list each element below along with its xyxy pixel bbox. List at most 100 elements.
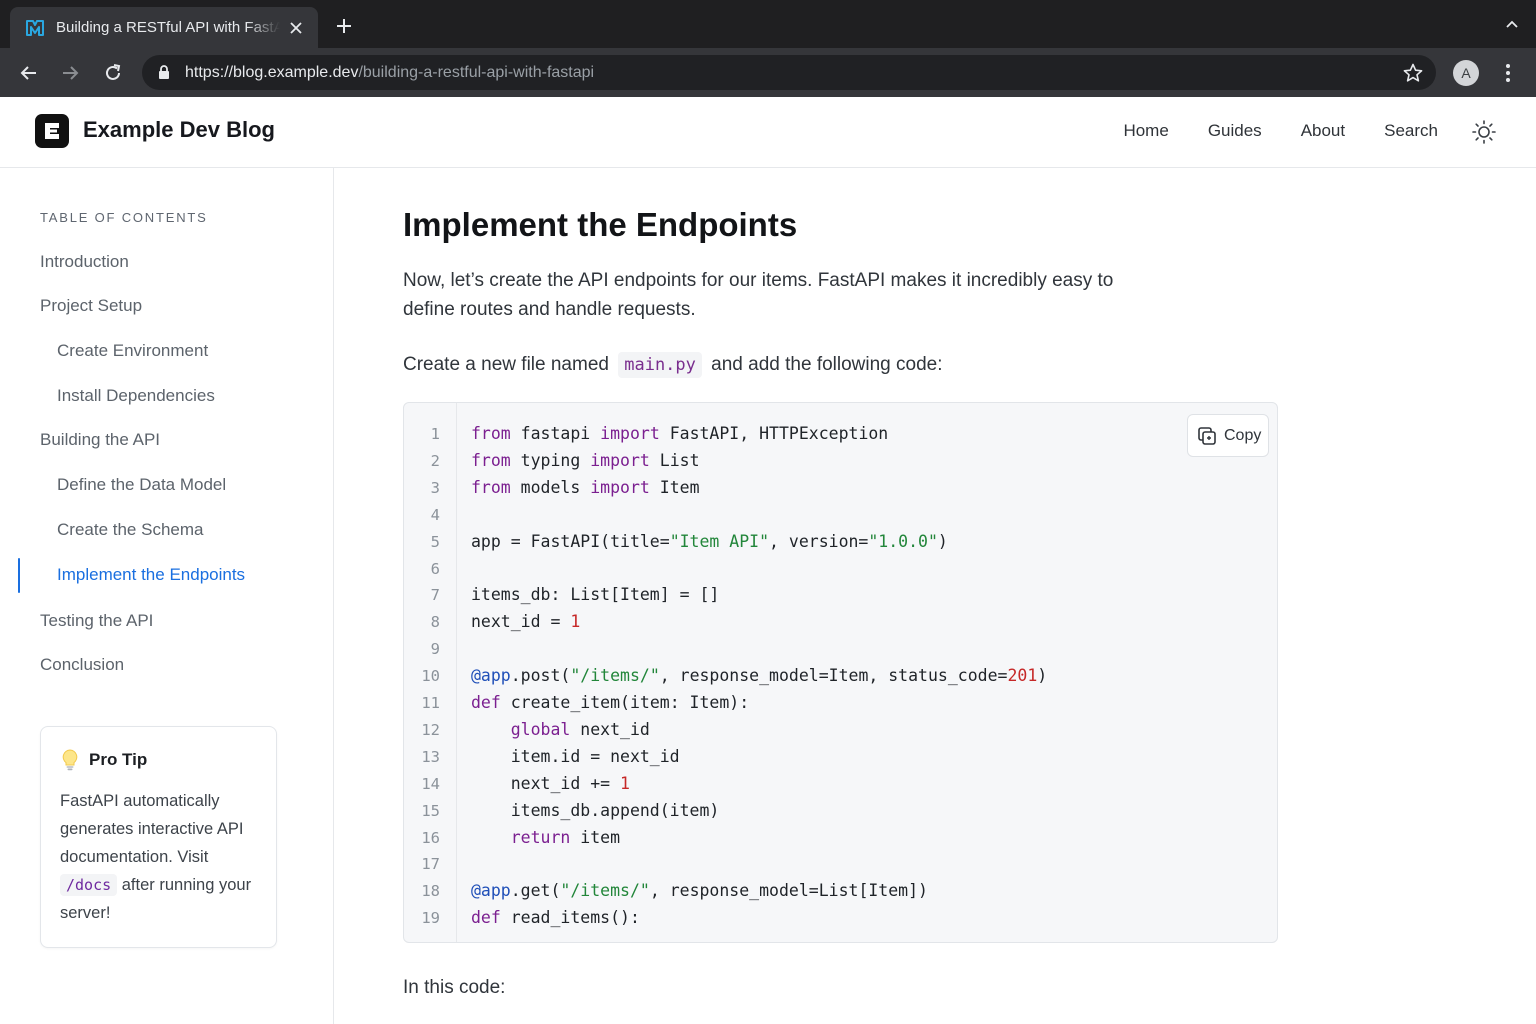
toc-item-project-setup[interactable]: Project Setup bbox=[40, 296, 142, 316]
site-header: Example Dev Blog Home Guides About Searc… bbox=[0, 97, 1536, 168]
code-text: .post( bbox=[510, 666, 571, 686]
new-tab-icon[interactable] bbox=[332, 14, 356, 38]
code-line: from fastapi import FastAPI, HTTPExcepti… bbox=[471, 424, 888, 443]
line-number: 8 bbox=[430, 613, 440, 632]
code-text: read_items(): bbox=[500, 908, 640, 928]
line-number: 4 bbox=[430, 505, 440, 524]
code-line: return item bbox=[471, 828, 620, 847]
toc-item-define-data-model[interactable]: Define the Data Model bbox=[57, 475, 226, 495]
forward-arrow-icon[interactable] bbox=[57, 60, 83, 86]
code-keyword: return bbox=[510, 827, 571, 847]
site-favicon-icon bbox=[24, 17, 46, 39]
copy-code-button[interactable]: Copy bbox=[1187, 414, 1269, 457]
code-line: next_id += 1 bbox=[471, 774, 630, 793]
code-line: item.id = next_id bbox=[471, 747, 680, 766]
nav-about-link[interactable]: About bbox=[1301, 121, 1345, 141]
copy-icon bbox=[1197, 426, 1217, 446]
code-string: "/items/" bbox=[570, 666, 660, 686]
code-line: next_id = 1 bbox=[471, 612, 580, 631]
toc-sidebar: TABLE OF CONTENTS Introduction Project S… bbox=[0, 168, 334, 1024]
pro-tip-title: Pro Tip bbox=[89, 750, 148, 769]
back-arrow-icon[interactable] bbox=[16, 60, 42, 86]
toc-item-building-the-api[interactable]: Building the API bbox=[40, 430, 160, 450]
line-number: 9 bbox=[430, 640, 440, 659]
line-number: 17 bbox=[421, 855, 440, 874]
code-line: items_db: List[Item] = [] bbox=[471, 585, 719, 604]
code-text: item bbox=[570, 827, 621, 847]
toc-item-conclusion[interactable]: Conclusion bbox=[40, 655, 124, 675]
line-number: 11 bbox=[421, 694, 440, 712]
toc-item-testing-the-api[interactable]: Testing the API bbox=[40, 611, 153, 631]
code-text: List bbox=[649, 450, 700, 470]
code-string: "Item API" bbox=[669, 531, 770, 551]
browser-menu-icon[interactable] bbox=[1498, 61, 1518, 85]
tab-title: Building a RESTful API with FastAPI bbox=[56, 19, 280, 36]
code-text: item.id = next_id bbox=[471, 746, 680, 766]
nav-search-link[interactable]: Search bbox=[1384, 121, 1438, 141]
code-number: 201 bbox=[1007, 666, 1038, 686]
code-text: models bbox=[510, 477, 591, 497]
toc-item-create-environment[interactable]: Create Environment bbox=[57, 341, 208, 361]
line-number: 3 bbox=[430, 478, 440, 497]
code-line: def read_items(): bbox=[471, 908, 640, 927]
code-text: Item bbox=[649, 477, 700, 497]
address-bar[interactable]: https://blog.example.dev/building-a-rest… bbox=[142, 55, 1436, 90]
toc-heading: TABLE OF CONTENTS bbox=[40, 210, 208, 225]
toc-item-install-dependencies[interactable]: Install Dependencies bbox=[57, 386, 215, 406]
profile-avatar[interactable]: A bbox=[1453, 60, 1479, 86]
nav-home-link[interactable]: Home bbox=[1123, 121, 1168, 141]
code-block: 1 2 3 4 5 6 7 8 9 10 11 12 13 14 15 16 17 18 19 from fasta… bbox=[403, 402, 1278, 943]
line-number: 18 bbox=[421, 882, 440, 901]
pro-tip-header: Pro Tip bbox=[61, 749, 147, 771]
toc-item-introduction[interactable]: Introduction bbox=[40, 252, 129, 272]
code-keyword: from bbox=[471, 424, 511, 443]
line-number: 15 bbox=[421, 801, 440, 820]
url-host: https://blog.example.dev bbox=[185, 63, 359, 81]
article-intro: Now, let’s create the API endpoints for … bbox=[403, 270, 1114, 320]
tab-search-chevron-icon[interactable] bbox=[1504, 17, 1520, 33]
reload-icon[interactable] bbox=[100, 60, 126, 86]
line-number: 1 bbox=[430, 425, 440, 443]
code-text: ) bbox=[1037, 666, 1048, 686]
code-keyword: def bbox=[471, 693, 501, 712]
bookmark-star-icon[interactable] bbox=[1402, 62, 1424, 84]
toc-item-create-schema[interactable]: Create the Schema bbox=[57, 520, 203, 540]
line-number: 7 bbox=[430, 586, 440, 605]
toc-item-implement-endpoints[interactable]: Implement the Endpoints bbox=[57, 565, 245, 585]
theme-toggle-sun-icon[interactable] bbox=[1471, 119, 1497, 145]
code-text: , response_model=List[Item]) bbox=[649, 881, 928, 901]
code-keyword: global bbox=[510, 719, 571, 739]
code-line: from models import Item bbox=[471, 478, 700, 497]
code-line: from typing import List bbox=[471, 451, 700, 470]
site-logo-icon[interactable] bbox=[35, 114, 69, 148]
pro-tip-code: /docs bbox=[60, 874, 118, 896]
code-decorator: @app bbox=[471, 666, 511, 686]
code-text: ) bbox=[937, 531, 948, 551]
tab-close-icon[interactable] bbox=[286, 18, 306, 38]
browser-tab-active[interactable]: Building a RESTful API with FastAPI bbox=[10, 7, 318, 48]
toc-active-indicator bbox=[18, 558, 20, 593]
pro-tip-text: FastAPI automatically generates interact… bbox=[60, 787, 265, 927]
line-number: 12 bbox=[421, 720, 440, 739]
line-number: 5 bbox=[430, 532, 440, 551]
line-number-gutter: 1 2 3 4 5 6 7 8 9 10 11 12 13 14 15 16 17 18 19 bbox=[404, 403, 457, 942]
site-brand[interactable]: Example Dev Blog bbox=[83, 117, 275, 143]
code-string: "1.0.0" bbox=[868, 531, 938, 551]
code-text: fastapi bbox=[510, 424, 601, 443]
nav-guides-link[interactable]: Guides bbox=[1208, 121, 1262, 141]
browser-tab-strip: Building a RESTful API with FastAPI bbox=[0, 0, 1536, 48]
code-keyword: def bbox=[471, 908, 501, 928]
code-number: 1 bbox=[620, 773, 630, 793]
code-text: next_id = bbox=[471, 612, 571, 632]
top-navigation: Home Guides About Search bbox=[1084, 121, 1438, 141]
code-text: .get( bbox=[510, 881, 561, 901]
code-text: typing bbox=[510, 450, 591, 470]
code-keyword: import bbox=[590, 477, 650, 497]
code-keyword: from bbox=[471, 477, 511, 497]
code-text: , response_model=Item, status_code= bbox=[659, 666, 1008, 686]
code-line: global next_id bbox=[471, 720, 650, 739]
file-instruction-after: and add the following code: bbox=[711, 354, 943, 375]
file-instruction-before: Create a new file named bbox=[403, 354, 609, 375]
